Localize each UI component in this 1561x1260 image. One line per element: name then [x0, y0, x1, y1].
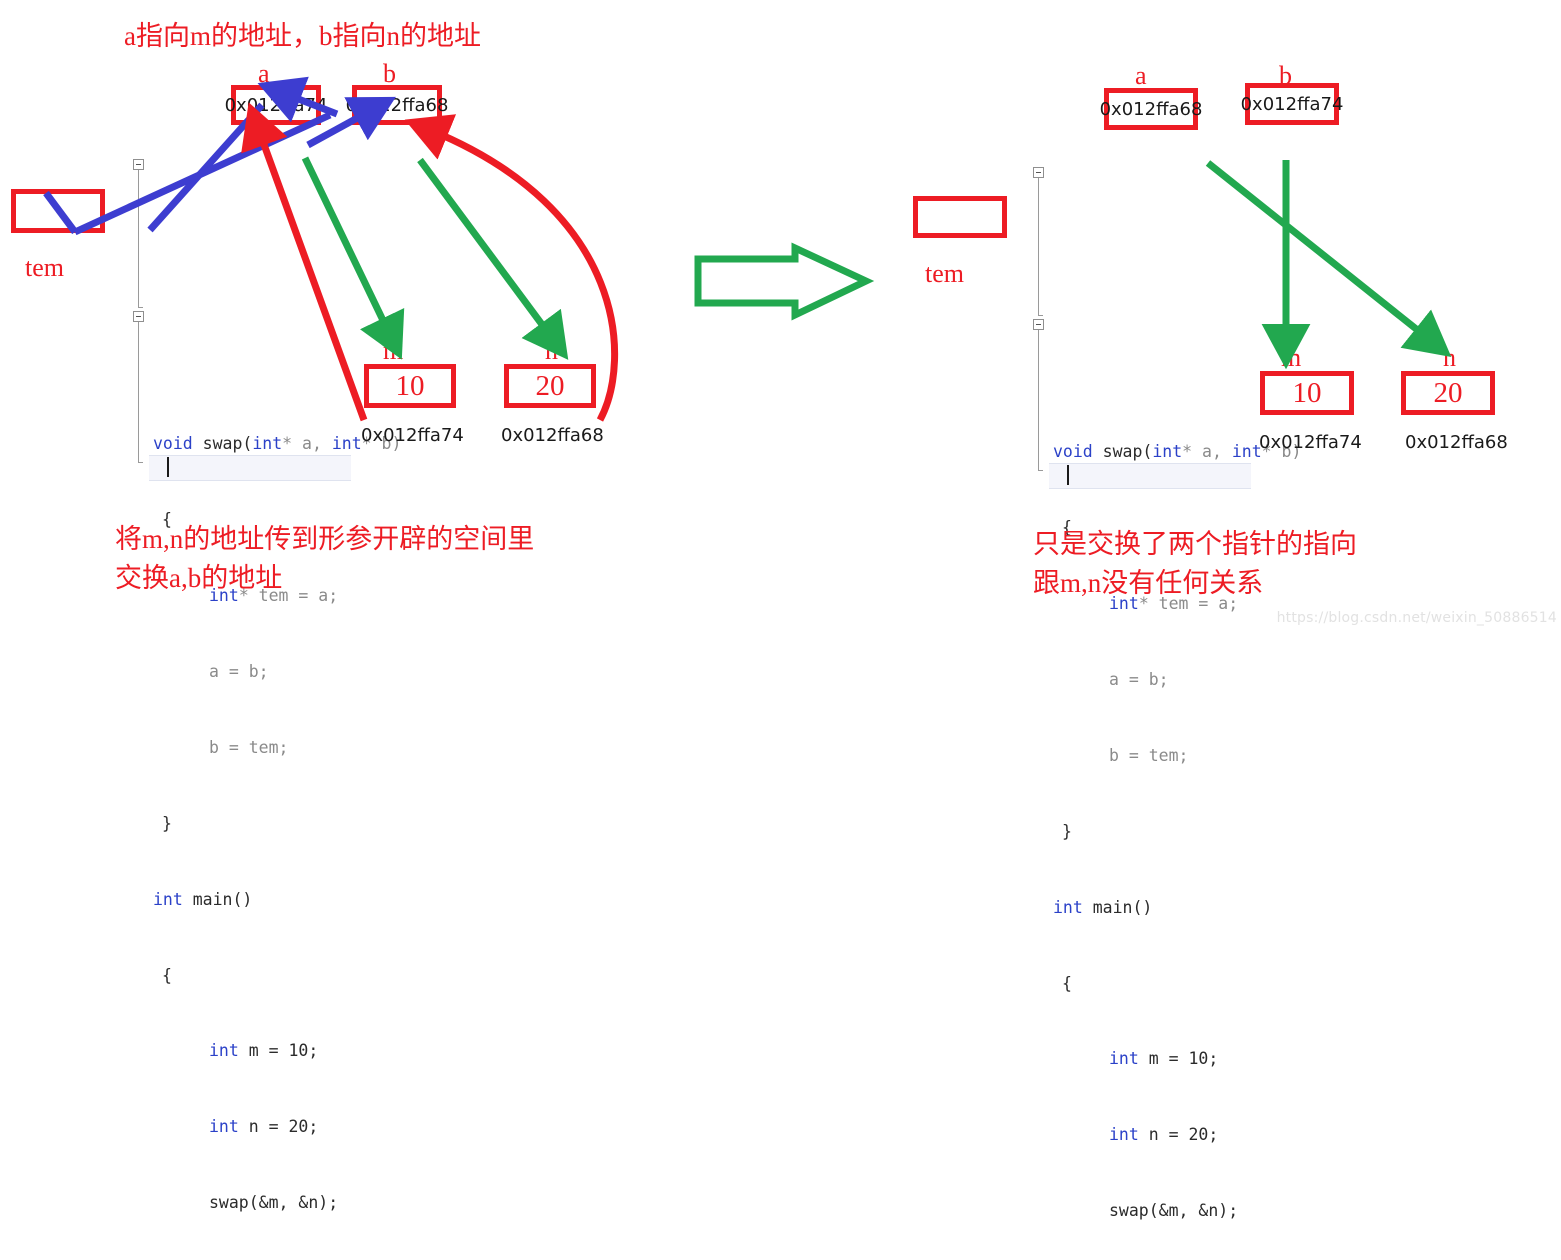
right-pointer-b-box: 0x012ffa74 — [1241, 83, 1343, 125]
code-line: } — [1062, 821, 1072, 841]
code-line: swap(&m, &n); — [209, 1193, 339, 1213]
right-m-value: 10 — [1292, 376, 1322, 409]
left-tem-box — [11, 189, 105, 233]
code-line: int n = 20; — [1109, 1125, 1219, 1145]
left-n-value: 20 — [535, 369, 565, 402]
code-line: int main() — [153, 889, 253, 909]
code-line: swap(&m, &n); — [1109, 1201, 1239, 1221]
left-caption-line2: 交换a,b的地址 — [115, 563, 283, 593]
right-caption-line2: 跟m,n没有任何关系 — [1033, 568, 1264, 598]
code-line: int m = 10; — [209, 1041, 319, 1061]
transition-arrow-icon — [694, 242, 875, 321]
left-n-box: 20 — [504, 364, 596, 408]
code-line: void swap(int* a, int* b) — [1053, 442, 1302, 462]
code-line: { — [162, 965, 172, 985]
code-line: int main() — [1053, 897, 1153, 917]
code-line: a = b; — [209, 661, 269, 681]
collapse-icon-main[interactable] — [1033, 319, 1044, 330]
left-pointer-a-value: 0x012ffa74 — [224, 94, 328, 116]
left-m-box: 10 — [364, 364, 456, 408]
left-panel-title: a指向m的地址，b指向n的地址 — [124, 21, 481, 51]
diagram-canvas: a指向m的地址，b指向n的地址 a 0x012ffa74 b 0x012ffa6… — [0, 0, 1561, 1260]
left-m-address: 0x012ffa74 — [361, 425, 464, 446]
collapse-icon-swap[interactable] — [1033, 167, 1044, 178]
right-n-box: 20 — [1401, 371, 1495, 415]
right-code-editor[interactable]: void swap(int* a, int* b) { int* tem = a… — [1031, 161, 1302, 1260]
right-tem-label: tem — [925, 259, 964, 288]
right-m-box: 10 — [1260, 371, 1354, 415]
watermark: https://blog.csdn.net/weixin_50886514 — [1276, 610, 1557, 626]
right-m-address: 0x012ffa74 — [1259, 432, 1362, 453]
right-pointer-a-box: 0x012ffa68 — [1100, 88, 1202, 130]
code-line: { — [1062, 973, 1072, 993]
right-n-address: 0x012ffa68 — [1405, 432, 1508, 453]
right-pointer-a-value: 0x012ffa68 — [1099, 98, 1203, 120]
code-line: a = b; — [1109, 669, 1169, 689]
left-code-lines: void swap(int* a, int* b) { int* tem = a… — [131, 381, 402, 1260]
code-line: b = tem; — [209, 737, 289, 757]
code-line: } — [162, 813, 172, 833]
right-code-lines: void swap(int* a, int* b) { int* tem = a… — [1031, 389, 1302, 1260]
left-pointer-b-value: 0x012ffa68 — [345, 94, 449, 116]
left-caption-line1: 将m,n的地址传到形参开辟的空间里 — [115, 524, 535, 554]
right-n-value: 20 — [1433, 376, 1463, 409]
code-line: int n = 20; — [209, 1117, 319, 1137]
left-m-value: 10 — [395, 369, 425, 402]
left-pointer-b-box: 0x012ffa68 — [346, 85, 448, 125]
right-caption-line1: 只是交换了两个指针的指向 — [1033, 529, 1357, 559]
right-pointer-b-value: 0x012ffa74 — [1240, 93, 1344, 115]
left-tem-label: tem — [25, 253, 64, 282]
left-pointer-a-box: 0x012ffa74 — [225, 85, 327, 125]
code-line: int m = 10; — [1109, 1049, 1219, 1069]
collapse-icon-swap[interactable] — [133, 159, 144, 170]
left-code-editor[interactable]: void swap(int* a, int* b) { int* tem = a… — [131, 153, 402, 1260]
code-line: b = tem; — [1109, 745, 1189, 765]
green-arrow-b-to-n — [417, 157, 569, 360]
left-n-address: 0x012ffa68 — [501, 425, 604, 446]
code-line: void swap(int* a, int* b) — [153, 434, 402, 454]
right-tem-box — [913, 196, 1007, 238]
outline-guide-swap — [1038, 173, 1043, 316]
collapse-icon-main[interactable] — [133, 311, 144, 322]
outline-guide-swap — [138, 165, 143, 308]
